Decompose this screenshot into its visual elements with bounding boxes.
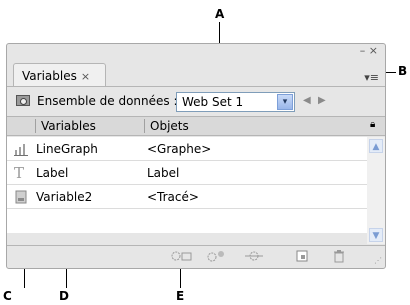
table-row[interactable]: Variable2 <Tracé> [7, 185, 367, 209]
header-separator [35, 119, 36, 133]
resize-grip-icon[interactable]: ⋰ [374, 256, 382, 265]
chevron-down-icon[interactable]: ▾ [277, 94, 293, 110]
table-header: Variables Objets 🔒︎ [7, 116, 385, 136]
new-variable-icon[interactable] [295, 249, 309, 266]
callout-e: E [176, 289, 185, 303]
dataset-label: Ensemble de données : [37, 94, 178, 108]
panel-bottom-toolbar: ⋰ [7, 245, 385, 268]
column-header-objects[interactable]: Objets [150, 119, 189, 133]
table-row[interactable]: T Label Label [7, 161, 367, 185]
delete-variable-icon[interactable] [332, 249, 346, 266]
window-controls: – × [360, 44, 378, 57]
variables-panel: – × Variables × ▾≡ Ensemble de données : … [6, 43, 386, 269]
variable-object: Label [147, 166, 180, 180]
scroll-down-icon[interactable]: ▼ [369, 228, 383, 242]
variable-object: <Graphe> [147, 142, 212, 156]
callout-a: A [215, 7, 225, 21]
header-separator [144, 119, 145, 133]
dataset-select[interactable]: Web Set 1 ▾ [176, 92, 295, 112]
dataset-select-value: Web Set 1 [182, 95, 244, 109]
text-variable-icon: T [14, 164, 25, 182]
callout-c: C [3, 289, 12, 303]
column-header-variables[interactable]: Variables [41, 119, 96, 133]
minimize-button[interactable]: – [360, 44, 366, 57]
variable-name: Variable2 [36, 190, 93, 204]
tab-label: Variables [22, 69, 77, 83]
variable-object: <Tracé> [147, 190, 199, 204]
variable-name: Label [36, 166, 69, 180]
capture-dataset-icon[interactable] [171, 249, 193, 266]
tab-divider [7, 86, 385, 87]
dataset-toolbar: Ensemble de données : Web Set 1 ▾ ◀ ▶ [7, 89, 385, 115]
callout-b: B [398, 64, 408, 78]
variables-list: LineGraph <Graphe> T Label Label Variabl… [7, 137, 367, 233]
table-row[interactable]: LineGraph <Graphe> [7, 137, 367, 161]
close-panel-button[interactable]: × [369, 44, 378, 57]
visibility-variable-icon [14, 190, 28, 204]
previous-dataset-icon[interactable]: ◀ [303, 95, 311, 106]
bind-object-icon[interactable] [206, 249, 228, 266]
lock-icon[interactable]: 🔒︎ [370, 120, 378, 130]
tab-close-icon[interactable]: × [81, 70, 90, 83]
capture-dataset-icon[interactable] [16, 95, 30, 106]
tab-variables[interactable]: Variables × [13, 63, 106, 87]
unbind-variable-icon[interactable] [243, 249, 265, 266]
panel-menu-icon[interactable]: ▾≡ [364, 71, 379, 84]
next-dataset-icon[interactable]: ▶ [318, 95, 326, 106]
variable-name: LineGraph [36, 142, 98, 156]
graph-variable-icon [14, 142, 28, 156]
scroll-up-icon[interactable]: ▲ [369, 139, 383, 153]
callout-d: D [59, 289, 69, 303]
vertical-scrollbar[interactable]: ▲ ▼ [367, 137, 385, 244]
